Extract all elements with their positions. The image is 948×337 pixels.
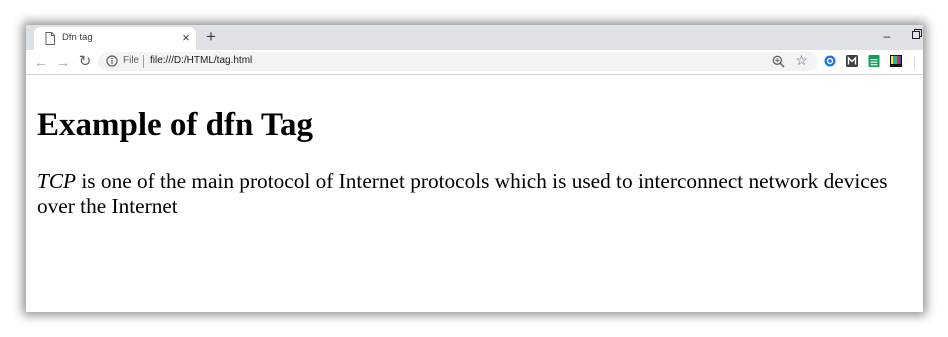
page-paragraph: TCP is one of the main protocol of Inter… xyxy=(37,169,921,219)
reload-icon[interactable]: ↻ xyxy=(77,54,93,70)
close-tab-button[interactable]: × xyxy=(179,31,193,45)
m-logo-icon[interactable] xyxy=(846,55,858,67)
tab-dfn-tag[interactable]: Dfn tag × xyxy=(34,27,196,50)
defined-term: TCP xyxy=(37,169,77,193)
tab-strip: Dfn tag × + – xyxy=(26,25,923,50)
scheme-label: File xyxy=(123,55,140,66)
badge-a-icon[interactable] xyxy=(824,55,836,67)
page-heading: Example of dfn Tag xyxy=(37,107,313,143)
new-tab-button[interactable]: + xyxy=(202,28,220,46)
color-bars-icon[interactable] xyxy=(890,55,902,67)
info-icon[interactable] xyxy=(106,55,118,67)
back-arrow-icon[interactable]: ← xyxy=(33,54,49,70)
forward-arrow-icon[interactable]: → xyxy=(55,54,71,70)
bookmark-star-icon[interactable]: ☆ xyxy=(794,53,809,68)
sheet-icon[interactable] xyxy=(868,55,880,67)
restore-window-icon[interactable] xyxy=(909,28,923,44)
document-icon xyxy=(45,32,55,45)
url-text[interactable]: file:///D:/HTML/tag.html xyxy=(150,55,252,66)
toolbar-divider xyxy=(914,56,915,68)
browser-toolbar: ← → ↻ File file:///D:/HTML/tag.html ☆ xyxy=(26,50,923,75)
address-bar[interactable]: File file:///D:/HTML/tag.html ☆ xyxy=(98,52,818,71)
zoom-icon[interactable] xyxy=(772,55,785,68)
browser-window: Dfn tag × + – ← → ↻ File file:///D:/HTML… xyxy=(26,25,923,312)
tab-title: Dfn tag xyxy=(62,32,93,43)
paragraph-text: is one of the main protocol of Internet … xyxy=(37,169,888,218)
page-content: Example of dfn Tag TCP is one of the mai… xyxy=(26,75,923,312)
address-separator xyxy=(143,55,144,68)
minimize-button[interactable]: – xyxy=(879,28,895,44)
